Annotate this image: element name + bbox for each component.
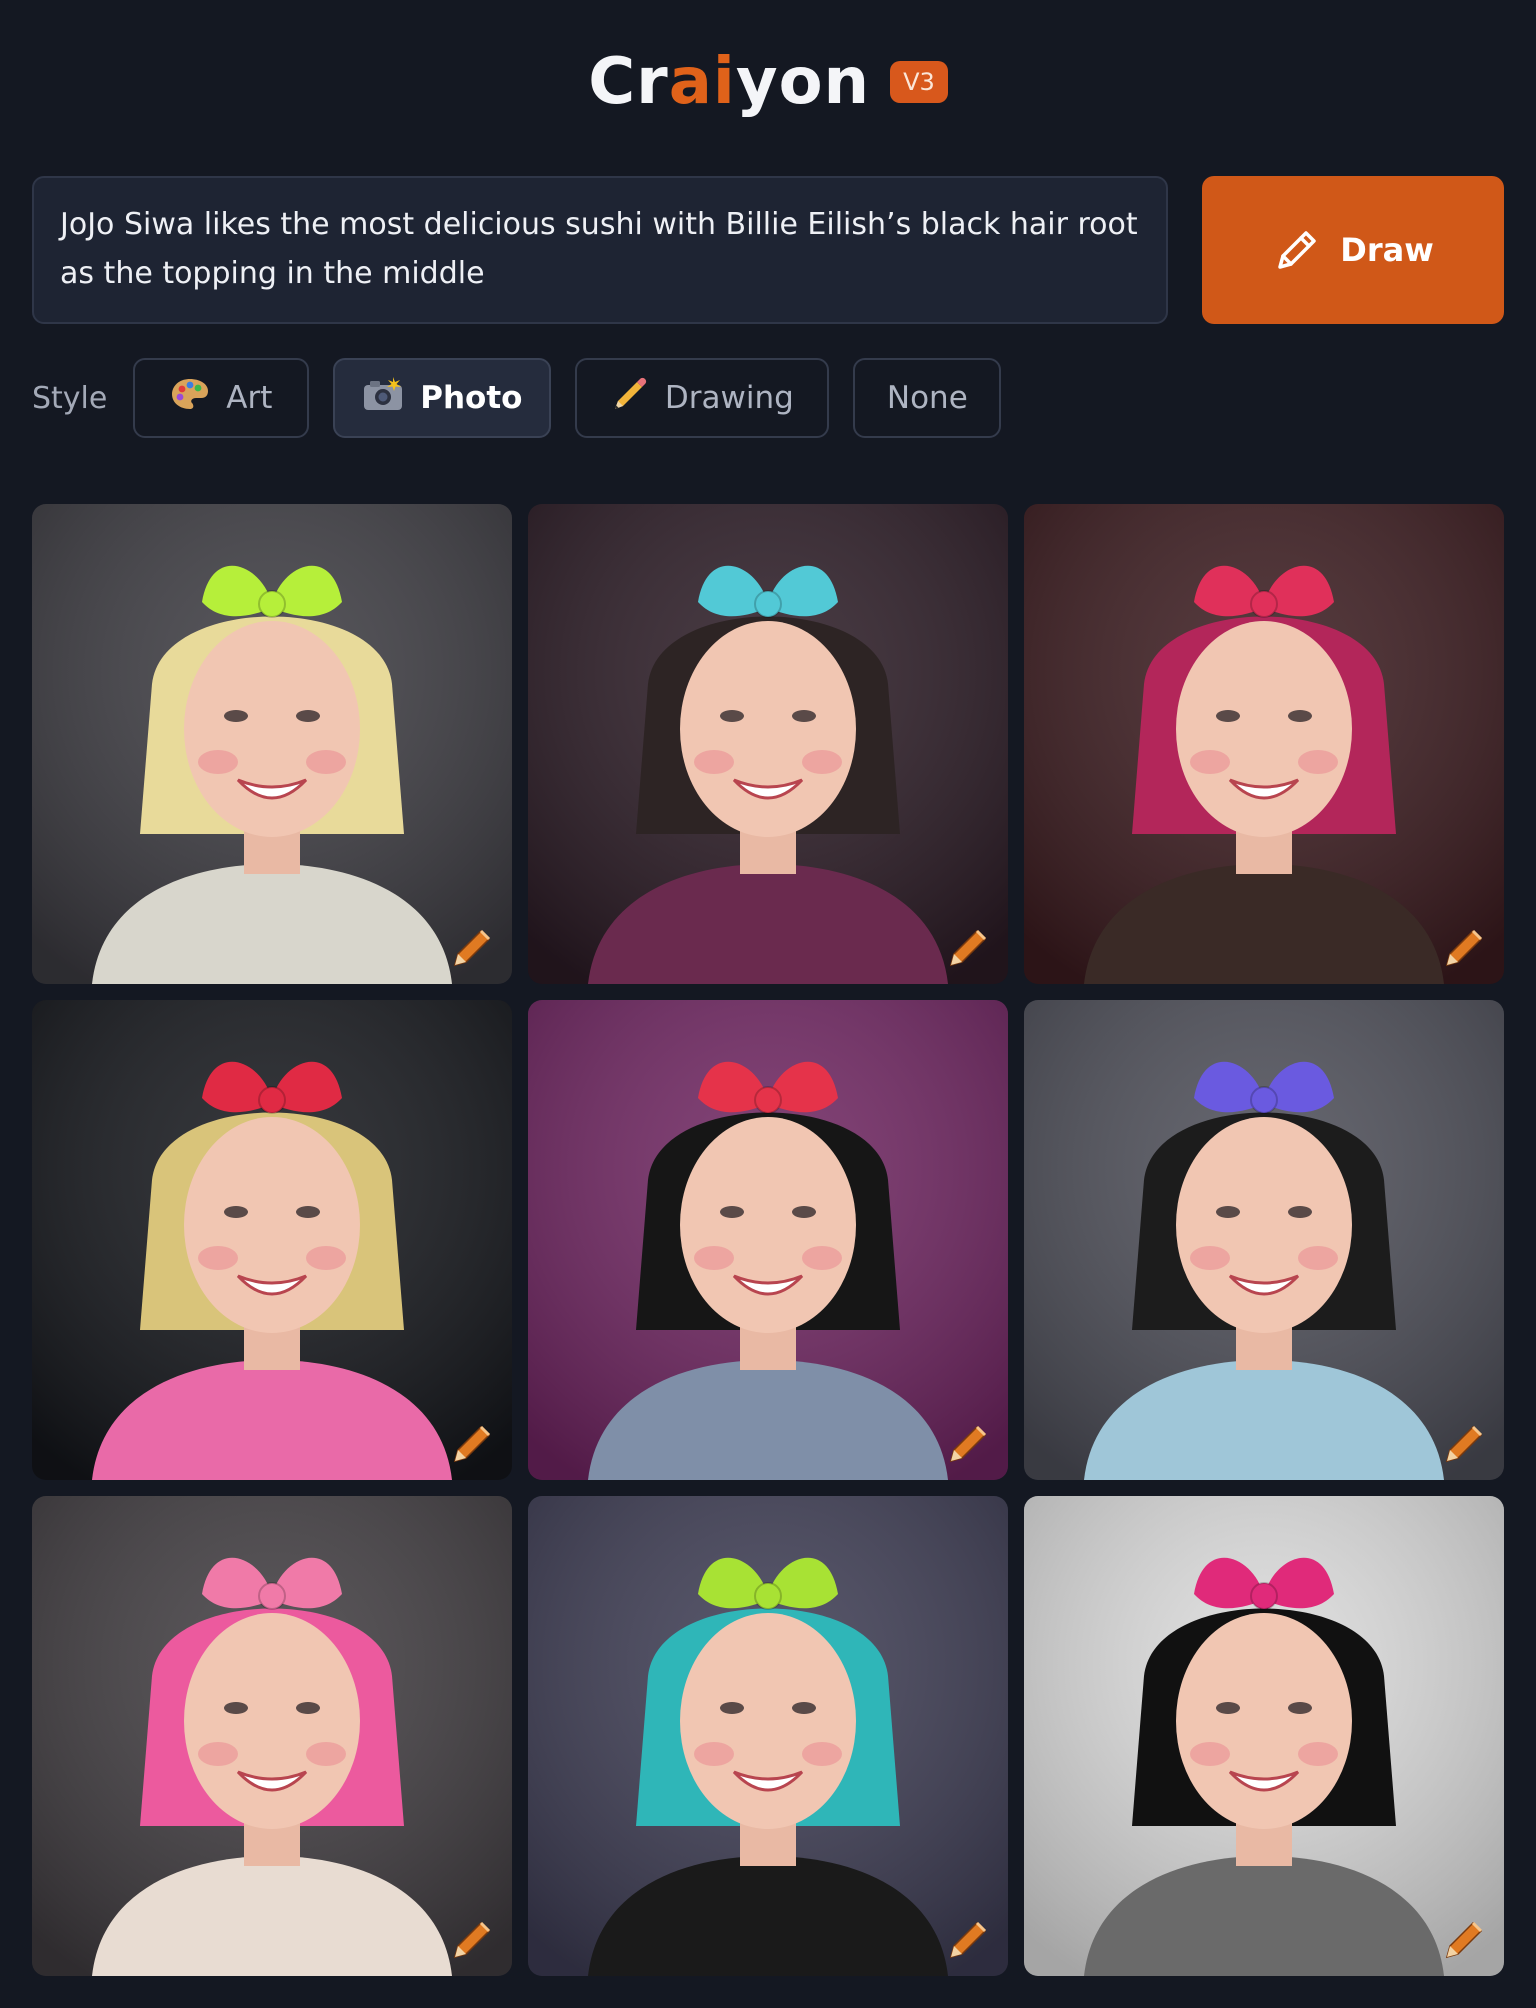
generated-portrait — [528, 1496, 1008, 1976]
generated-portrait — [528, 1000, 1008, 1480]
logo-text-end: yon — [735, 45, 871, 119]
result-image-4[interactable] — [32, 1000, 512, 1480]
style-option-label: Drawing — [664, 380, 794, 416]
pencil-icon — [611, 375, 649, 421]
edit-pencil-icon[interactable] — [450, 1916, 496, 1962]
result-image-6[interactable] — [1024, 1000, 1504, 1480]
edit-pencil-icon[interactable] — [946, 924, 992, 970]
style-option-none[interactable]: None — [853, 358, 1002, 438]
edit-pencil-icon[interactable] — [1442, 1420, 1488, 1466]
logo-text-ai: ai — [668, 45, 736, 119]
version-badge: V3 — [890, 61, 948, 103]
edit-pencil-icon[interactable] — [450, 924, 496, 970]
draw-button-label: Draw — [1340, 231, 1434, 269]
generated-portrait — [32, 1000, 512, 1480]
edit-pencil-icon[interactable] — [946, 1916, 992, 1962]
edit-pencil-icon[interactable] — [946, 1420, 992, 1466]
result-image-5[interactable] — [528, 1000, 1008, 1480]
prompt-input[interactable]: JoJo Siwa likes the most delicious sushi… — [32, 176, 1168, 324]
style-label: Style — [32, 380, 108, 416]
style-option-label: Photo — [420, 380, 523, 416]
edit-pencil-icon[interactable] — [450, 1420, 496, 1466]
generated-portrait — [32, 1496, 512, 1976]
result-image-8[interactable] — [528, 1496, 1008, 1976]
generated-portrait — [32, 504, 512, 984]
generated-portrait — [1024, 1496, 1504, 1976]
generated-portrait — [528, 504, 1008, 984]
style-option-art[interactable]: Art — [133, 358, 310, 438]
palette-icon — [170, 376, 210, 420]
result-image-9[interactable] — [1024, 1496, 1504, 1976]
style-option-label: None — [886, 380, 968, 416]
edit-pencil-icon[interactable] — [1442, 924, 1488, 970]
style-option-photo[interactable]: Photo — [333, 358, 552, 438]
generated-portrait — [1024, 504, 1504, 984]
edit-pencil-icon[interactable] — [1442, 1916, 1488, 1962]
camera-flash-icon — [362, 376, 404, 420]
pencil-icon — [1278, 231, 1316, 269]
app-header: Craiyon V3 — [0, 40, 1536, 124]
style-option-drawing[interactable]: Drawing — [575, 358, 830, 438]
craiyon-logo[interactable]: Craiyon — [588, 50, 870, 114]
style-option-label: Art — [226, 380, 273, 416]
style-selector: Style Art Photo Drawing None — [32, 356, 1025, 440]
result-image-3[interactable] — [1024, 504, 1504, 984]
result-image-7[interactable] — [32, 1496, 512, 1976]
logo-text-start: Cr — [588, 45, 669, 119]
result-image-2[interactable] — [528, 504, 1008, 984]
generated-portrait — [1024, 1000, 1504, 1480]
draw-button[interactable]: Draw — [1202, 176, 1504, 324]
result-image-1[interactable] — [32, 504, 512, 984]
